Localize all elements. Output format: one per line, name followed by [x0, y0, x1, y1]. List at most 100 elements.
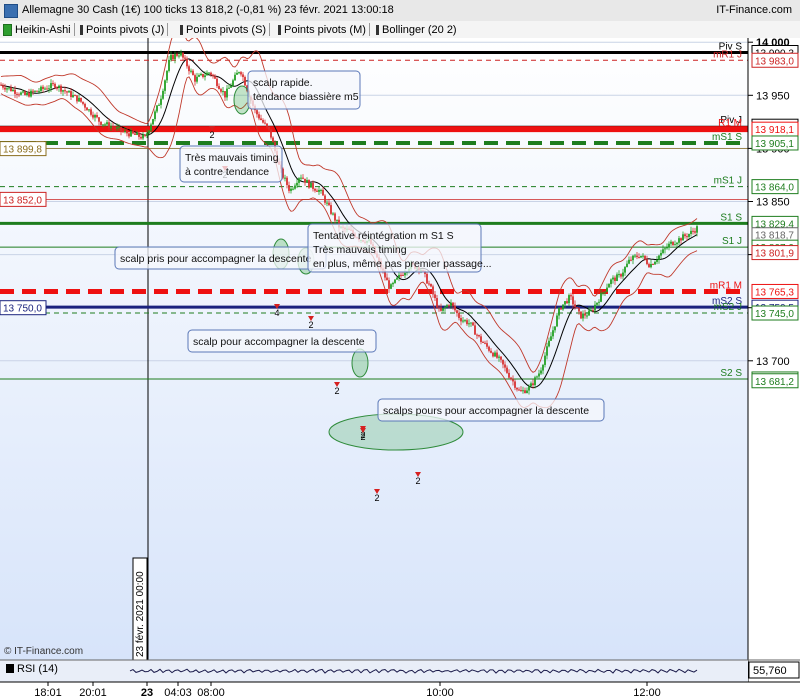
candle-body	[144, 134, 146, 136]
candle-body	[34, 90, 36, 92]
candle-body	[538, 373, 540, 377]
legend-label: Bollinger (20 2)	[382, 23, 457, 36]
pivot-level-label: S2 S	[720, 368, 742, 379]
candle-body	[572, 296, 574, 305]
legend-pivot-m[interactable]: Points pivots (M)	[278, 23, 370, 36]
candle-body	[140, 136, 142, 139]
candle-body	[642, 255, 644, 257]
candle-body	[518, 389, 520, 391]
candle-body	[24, 91, 26, 96]
candle-body	[50, 83, 52, 89]
y-tick-label: 13 950	[756, 90, 790, 102]
candle-body	[318, 189, 320, 192]
candle-body	[312, 182, 314, 189]
candle-body	[594, 304, 596, 311]
x-tick-label: 08:00	[197, 687, 225, 699]
candle-body	[316, 190, 318, 192]
time-axis[interactable]	[0, 682, 800, 700]
candle-body	[256, 110, 258, 115]
candle-body	[590, 309, 592, 311]
price-chart[interactable]: Piv SmR1 JPiv JR1 MmS1 SmS1 JS1 SS1 JmR1…	[0, 38, 800, 700]
candle-body	[638, 257, 640, 259]
candle-body	[240, 72, 242, 75]
candle-body	[0, 84, 2, 86]
candle-body	[44, 88, 46, 90]
candle-body	[544, 355, 546, 365]
level-value: 13 864,0	[755, 183, 794, 194]
site-name[interactable]: IT-Finance.com	[716, 4, 792, 16]
candle-body	[482, 341, 484, 343]
x-tick-label: 23	[141, 687, 153, 699]
candle-body	[284, 177, 286, 179]
candle-body	[98, 117, 100, 122]
candle-body	[88, 109, 90, 111]
candle-body	[574, 304, 576, 308]
candle-body	[258, 114, 260, 119]
left-price-value: 13 852,0	[3, 195, 42, 206]
candle-body	[222, 91, 224, 93]
annotation-text: scalp rapide.	[253, 77, 313, 89]
candle-body	[126, 130, 128, 134]
candle-body	[208, 72, 210, 74]
candle-body	[672, 241, 674, 246]
candle-body	[582, 313, 584, 319]
annotation-text: scalp pour accompagner la descente	[193, 336, 365, 348]
candle-body	[226, 88, 228, 98]
candle-body	[196, 76, 198, 82]
candle-body	[30, 90, 32, 97]
candle-body	[12, 89, 14, 92]
candle-body	[644, 255, 646, 260]
candle-body	[210, 72, 212, 75]
candle-body	[272, 137, 274, 143]
candle-body	[632, 255, 634, 261]
candle-body	[622, 272, 624, 277]
candle-body	[268, 126, 270, 130]
candle-body	[82, 101, 84, 104]
indicator-legend: Heikin-Ashi Points pivots (J) Points piv…	[0, 21, 800, 39]
candle-body	[84, 103, 86, 108]
candle-body	[296, 182, 298, 186]
candle-body	[396, 277, 398, 280]
candle-body	[662, 249, 664, 253]
candle-body	[532, 383, 534, 386]
legend-bollinger[interactable]: Bollinger (20 2)	[376, 23, 457, 36]
candle-body	[502, 359, 504, 365]
date-separator-text: 23 févr. 2021 00:00	[135, 571, 146, 657]
candle-body	[188, 66, 190, 72]
candle-body	[444, 307, 446, 309]
candle-body	[32, 90, 34, 92]
date-separator-label: 23 févr. 2021 00:00	[132, 557, 148, 661]
candle-body	[294, 185, 296, 189]
candle-body	[446, 305, 448, 308]
candle-body	[588, 310, 590, 316]
x-tick-label: 04:03	[164, 687, 192, 699]
legend-pivot-j[interactable]: Points pivots (J)	[80, 23, 169, 36]
candle-body	[576, 307, 578, 309]
candle-body	[512, 379, 514, 382]
pivot-icon	[80, 24, 83, 35]
candle-body	[536, 376, 538, 378]
candle-body	[6, 88, 8, 90]
candle-body	[266, 123, 268, 127]
legend-pivot-s[interactable]: Points pivots (S)	[180, 23, 271, 36]
candle-body	[116, 127, 118, 129]
candle-body	[626, 263, 628, 268]
candle-body	[430, 284, 432, 287]
candle-body	[648, 264, 650, 268]
candle-body	[616, 274, 618, 282]
candle-body	[100, 121, 102, 125]
candle-body	[146, 133, 148, 136]
level-value: 13 918,1	[755, 125, 794, 136]
legend-heikin-ashi[interactable]: Heikin-Ashi	[3, 23, 75, 36]
candle-body	[386, 277, 388, 281]
candle-body	[684, 234, 686, 237]
candle-body	[464, 320, 466, 322]
candle-body	[90, 109, 92, 115]
annotation-text: tendance biassière m5	[253, 91, 359, 103]
candle-body	[26, 92, 28, 96]
candle-body	[78, 97, 80, 102]
legend-separator	[269, 23, 271, 36]
left-price-value: 13 899,8	[3, 145, 42, 156]
candle-body	[678, 238, 680, 243]
chart-title: Allemagne 30 Cash (1€) 100 ticks 13 818,…	[22, 4, 394, 16]
